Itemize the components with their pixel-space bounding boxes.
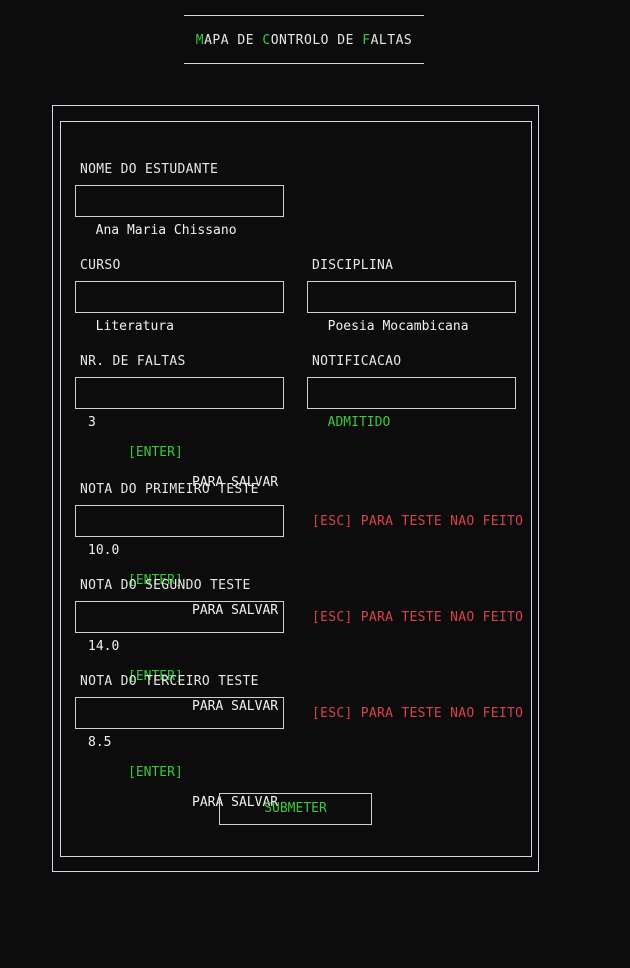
course-value: Literatura — [95, 319, 174, 334]
header-rule-top — [184, 15, 424, 16]
course-field[interactable]: Literatura — [75, 281, 284, 334]
title-accent-m: M — [195, 33, 205, 48]
title-text-2: ONTROLO DE — [270, 33, 363, 48]
test3-esc-hint: [ESC] PARA TESTE NAO FEITO — [312, 706, 524, 721]
test3-value: 8.5 — [88, 735, 112, 750]
title-accent-c: C — [262, 33, 271, 48]
title-text-1: APA DE — [204, 33, 263, 48]
test1-field[interactable]: 10.0 [ENTER] PARA SALVAR — [75, 505, 284, 618]
student-name-label: NOME DO ESTUDANTE — [80, 162, 219, 177]
test1-label: NOTA DO PRIMEIRO TESTE — [80, 482, 259, 497]
title-text-3: ALTAS — [370, 33, 413, 48]
test2-esc-hint: [ESC] PARA TESTE NAO FEITO — [312, 610, 524, 625]
test1-esc-hint: [ESC] PARA TESTE NAO FEITO — [312, 514, 524, 529]
test2-value: 14.0 — [88, 639, 120, 654]
test3-label: NOTA DO TERCEIRO TESTE — [80, 674, 259, 689]
notification-field: ADMITIDO — [307, 377, 516, 430]
submit-button[interactable]: SUBMETER — [219, 793, 372, 825]
subject-value: Poesia Mocambicana — [327, 319, 469, 334]
test3-field[interactable]: 8.5 [ENTER] PARA SALVAR — [75, 697, 284, 810]
subject-field[interactable]: Poesia Mocambicana — [307, 281, 516, 334]
test3-enter-hint: [ENTER] — [128, 765, 183, 780]
header-rule-bottom — [184, 63, 424, 64]
student-name-value: Ana Maria Chissano — [95, 223, 237, 238]
title-accent-f: F — [362, 33, 371, 48]
test1-value: 10.0 — [88, 543, 120, 558]
absences-value: 3 — [88, 415, 96, 430]
notification-status: ADMITIDO — [327, 415, 391, 430]
test2-field[interactable]: 14.0 [ENTER] PARA SALVAR — [75, 601, 284, 714]
notification-label: NOTIFICACAO — [312, 354, 402, 369]
test2-label: NOTA DO SEGUNDO TESTE — [80, 578, 251, 593]
page-title: MAPA DE CONTROLO DE FALTAS — [0, 33, 608, 48]
subject-label: DISCIPLINA — [312, 258, 394, 273]
student-name-field[interactable]: Ana Maria Chissano — [75, 185, 284, 238]
absences-field[interactable]: 3 [ENTER] PARA SALVAR — [75, 377, 284, 490]
absences-enter-hint: [ENTER] — [128, 445, 183, 460]
course-label: CURSO — [80, 258, 121, 273]
absences-label: NR. DE FALTAS — [80, 354, 186, 369]
